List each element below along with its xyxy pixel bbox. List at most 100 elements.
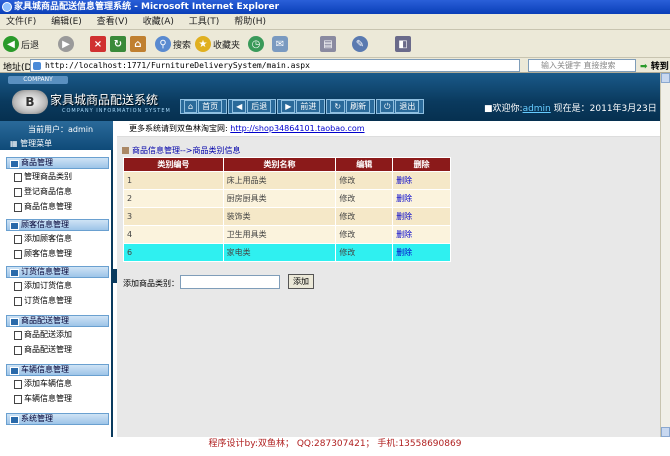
cell-name: 厨房厨具类 bbox=[222, 189, 337, 208]
promo-link[interactable]: http://shop34864101.taobao.com bbox=[230, 124, 364, 133]
delete-link[interactable]: 删除 bbox=[392, 171, 451, 190]
go-label: 转到 bbox=[650, 62, 669, 72]
group-delivery[interactable]: 商品配送管理 bbox=[6, 315, 109, 327]
web-page: COMPANY B 家具城商品配送系统 COMPANY INFORMATION … bbox=[0, 73, 660, 437]
scroll-up-button[interactable] bbox=[661, 73, 670, 83]
company-tag: COMPANY bbox=[8, 76, 68, 84]
menu-edit[interactable]: 编辑(E) bbox=[45, 14, 88, 30]
menu-add-vehicle[interactable]: 添加车辆信息 bbox=[14, 379, 72, 389]
menu-title: ▦ 管理菜单 bbox=[10, 138, 52, 149]
col-id: 类别编号 bbox=[123, 157, 224, 172]
cell-name: 家电类 bbox=[222, 243, 337, 262]
browser-search-input[interactable]: 输入关键字 直接搜索 bbox=[528, 59, 636, 72]
group-orders[interactable]: 订货信息管理 bbox=[6, 266, 109, 278]
back-label: 后退 bbox=[21, 40, 40, 51]
site-banner: COMPANY B 家具城商品配送系统 COMPANY INFORMATION … bbox=[0, 73, 660, 121]
menu-product-manage[interactable]: 商品信息管理 bbox=[14, 202, 72, 212]
stop-button[interactable]: × bbox=[90, 34, 108, 54]
cell-id: 1 bbox=[123, 171, 224, 190]
vertical-scrollbar[interactable] bbox=[660, 73, 670, 437]
nav-home-button[interactable]: ⌂ 首页 bbox=[180, 99, 228, 114]
menu-favorites[interactable]: 收藏(A) bbox=[137, 14, 180, 30]
sidebar-header: 当前用户：admin ▦ 管理菜单 bbox=[0, 121, 113, 150]
menu-customer-manage[interactable]: 顾客信息管理 bbox=[14, 249, 72, 259]
favorites-button[interactable]: ★ 收藏夹 bbox=[195, 34, 240, 54]
footer: 程序设计by:双鱼林； QQ:287307421； 手机:13558690869 bbox=[0, 437, 670, 456]
table-row: 3 装饰类 修改 删除 bbox=[123, 207, 451, 226]
welcome-prefix: 欢迎你: bbox=[492, 104, 523, 114]
scroll-down-button[interactable] bbox=[661, 427, 670, 437]
edit-link[interactable]: 修改 bbox=[335, 171, 394, 190]
menu-tools[interactable]: 工具(T) bbox=[183, 14, 226, 30]
edit-link[interactable]: 修改 bbox=[335, 189, 394, 208]
group-system[interactable]: 系统管理 bbox=[6, 413, 109, 425]
cell-id: 4 bbox=[123, 225, 224, 244]
history-icon: ◷ bbox=[248, 36, 264, 52]
group-customers[interactable]: 顾客信息管理 bbox=[6, 219, 109, 231]
menu-add-order[interactable]: 添加订货信息 bbox=[14, 281, 72, 291]
breadcrumb: 商品信息管理-->商品类别信息 bbox=[122, 145, 240, 156]
address-input[interactable]: http://localhost:1771/FurnitureDeliveryS… bbox=[30, 59, 520, 72]
menu-add-customer[interactable]: 添加顾客信息 bbox=[14, 234, 72, 244]
back-icon: ◀ bbox=[232, 100, 247, 113]
nav-logout-button[interactable]: ⏻ 退出 bbox=[376, 99, 425, 114]
main-content: 商品信息管理-->商品类别信息 类别编号 类别名称 编辑 删除 1 床上用品类 … bbox=[117, 137, 660, 437]
messenger-icon: ◧ bbox=[395, 36, 411, 52]
cell-name: 床上用品类 bbox=[222, 171, 337, 190]
menu-view[interactable]: 查看(V) bbox=[91, 14, 134, 30]
menu-file[interactable]: 文件(F) bbox=[0, 14, 42, 30]
search-button[interactable]: ⚲ 搜索 bbox=[155, 34, 191, 54]
menu-vehicle-manage[interactable]: 车辆信息管理 bbox=[14, 394, 72, 404]
cell-name: 装饰类 bbox=[222, 207, 337, 226]
sidebar: 当前用户：admin ▦ 管理菜单 商品管理 管理商品类别 登记商品信息 商品信… bbox=[0, 121, 113, 437]
edit-link[interactable]: 修改 bbox=[335, 225, 394, 244]
add-category-input[interactable] bbox=[180, 275, 280, 289]
mail-button[interactable]: ✉ bbox=[272, 34, 290, 54]
welcome-user: admin bbox=[522, 104, 551, 114]
menu-icon: ▦ bbox=[10, 139, 18, 148]
star-icon: ★ bbox=[195, 36, 211, 52]
add-category-button[interactable]: 添加 bbox=[288, 274, 314, 289]
address-bar: 地址(D) http://localhost:1771/FurnitureDel… bbox=[0, 58, 670, 73]
home-button[interactable]: ⌂ bbox=[130, 34, 148, 54]
menu-order-manage[interactable]: 订货信息管理 bbox=[14, 296, 72, 306]
forward-arrow-icon: ▶ bbox=[58, 36, 74, 52]
delete-link[interactable]: 删除 bbox=[392, 189, 451, 208]
edit-button[interactable]: ✎ bbox=[352, 34, 370, 54]
refresh-button[interactable]: ↻ bbox=[110, 34, 128, 54]
edit-link[interactable]: 修改 bbox=[335, 207, 394, 226]
nav-forward-button[interactable]: ▶ 前进 bbox=[277, 99, 326, 114]
current-datetime: 2011年3月23日 12:53:40 bbox=[589, 104, 660, 114]
menu-help[interactable]: 帮助(H) bbox=[228, 14, 272, 30]
search-icon: ⚲ bbox=[155, 36, 171, 52]
table-row: 2 厨房厨具类 修改 删除 bbox=[123, 189, 451, 208]
menu-title-label: 管理菜单 bbox=[20, 139, 53, 148]
group-vehicles[interactable]: 车辆信息管理 bbox=[6, 364, 109, 376]
home-icon: ⌂ bbox=[130, 36, 146, 52]
delete-link[interactable]: 删除 bbox=[392, 207, 451, 226]
back-button[interactable]: ◀ 后退 bbox=[3, 34, 39, 54]
menu-register-product[interactable]: 登记商品信息 bbox=[14, 187, 72, 197]
edit-link[interactable]: 修改 bbox=[335, 243, 394, 262]
nav-refresh-button[interactable]: ↻ 刷新 bbox=[326, 99, 376, 114]
print-button[interactable]: ▤ bbox=[320, 34, 338, 54]
group-products[interactable]: 商品管理 bbox=[6, 157, 109, 169]
history-button[interactable]: ◷ bbox=[248, 34, 266, 54]
nav-back-button[interactable]: ◀ 后退 bbox=[228, 99, 277, 114]
forward-button[interactable]: ▶ bbox=[58, 34, 76, 54]
delete-link[interactable]: 删除 bbox=[392, 225, 451, 244]
menu-delivery-manage[interactable]: 商品配送管理 bbox=[14, 345, 72, 355]
delete-link[interactable]: 删除 bbox=[392, 243, 451, 262]
table-row: 1 床上用品类 修改 删除 bbox=[123, 171, 451, 190]
nav-refresh-label: 刷新 bbox=[346, 100, 371, 113]
stop-icon: × bbox=[90, 36, 106, 52]
menu-manage-category[interactable]: 管理商品类别 bbox=[14, 172, 72, 182]
messenger-button[interactable]: ◧ bbox=[395, 34, 413, 54]
go-button[interactable]: ➡ 转到 bbox=[640, 59, 669, 72]
back-arrow-icon: ◀ bbox=[3, 36, 19, 52]
menu-add-delivery[interactable]: 商品配送添加 bbox=[14, 330, 72, 340]
site-subtitle: COMPANY INFORMATION SYSTEM bbox=[62, 108, 171, 114]
favorites-label: 收藏夹 bbox=[213, 40, 241, 51]
power-icon: ⏻ bbox=[380, 100, 395, 113]
cell-id: 6 bbox=[123, 243, 224, 262]
